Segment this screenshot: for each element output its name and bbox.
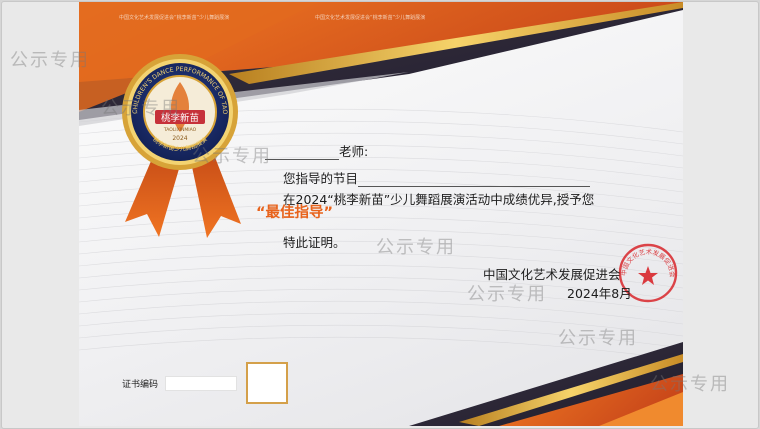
closing-line: 特此证明。 <box>283 235 346 250</box>
header-tiny-text-1: 中国文化艺术发展促进会“桃李新苗”少儿舞蹈展演 <box>119 15 230 21</box>
photo-frame <box>246 362 288 404</box>
certificate-number-field <box>165 376 237 391</box>
certificate-number-label: 证书编码 <box>122 380 159 390</box>
issue-date: 2024年8月 <box>567 286 632 301</box>
program-label: 您指导的节目 <box>283 171 359 186</box>
teacher-suffix: 老师: <box>339 144 369 159</box>
program-name-blank <box>358 171 591 187</box>
watermark-4: 公示专用 <box>376 237 456 258</box>
certificate: 中国文化艺术发展促进会“桃李新苗”少儿舞蹈展演 中国文化艺术发展促进会“桃李新苗… <box>79 2 683 426</box>
teacher-line: 老师: <box>265 141 368 160</box>
watermark-6: 公示专用 <box>558 328 638 349</box>
medal-subtitle: TAOLIXINMIAO <box>163 127 197 133</box>
award-title: “最佳指导” <box>256 205 334 221</box>
medal-year: 2024 <box>172 135 187 142</box>
teacher-name-blank <box>265 144 339 160</box>
watermark-3: 公示专用 <box>192 146 272 167</box>
watermark-1: 公示专用 <box>10 50 90 71</box>
watermark-7: 公示专用 <box>650 374 730 395</box>
header-tiny-text-2: 中国文化艺术发展促进会“桃李新苗”少儿舞蹈展演 <box>315 15 426 21</box>
watermark-5: 公示专用 <box>467 284 547 305</box>
watermark-2: 公示专用 <box>101 98 181 119</box>
program-line: 您指导的节目 <box>283 168 591 187</box>
